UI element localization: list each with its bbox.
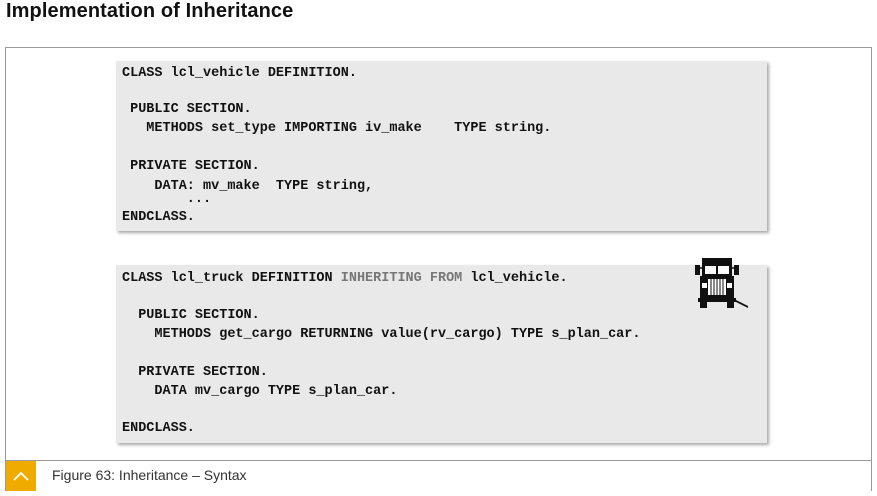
code-line: METHODS set_type IMPORTING iv_make TYPE … <box>122 121 552 136</box>
code-line: PUBLIC SECTION. <box>122 308 260 323</box>
code-line: PRIVATE SECTION. <box>122 159 260 174</box>
inheriting-keyword: INHERITING FROM <box>340 271 463 286</box>
chevron-up-icon <box>13 471 29 481</box>
code-line: METHODS get_cargo RETURNING value(rv_car… <box>122 327 641 342</box>
truck-icon <box>695 258 748 308</box>
code-line: CLASS lcl_vehicle DEFINITION. <box>122 66 357 81</box>
page-title: Implementation of Inheritance <box>6 0 294 22</box>
code-line: DATA mv_cargo TYPE s_plan_car. <box>122 384 398 399</box>
code-text: CLASS lcl_truck DEFINITION <box>122 271 341 286</box>
code-line: PUBLIC SECTION. <box>122 102 252 117</box>
code-line: ENDCLASS. <box>122 421 195 436</box>
caption-toggle-button[interactable] <box>6 461 36 491</box>
code-line: ENDCLASS. <box>122 210 195 225</box>
code-text: lcl_vehicle. <box>462 271 568 286</box>
figure-caption-bar: Figure 63: Inheritance – Syntax <box>6 460 871 491</box>
code-block-truck: CLASS lcl_truck DEFINITION INHERITING FR… <box>116 265 767 443</box>
code-block-vehicle: CLASS lcl_vehicle DEFINITION. PUBLIC SEC… <box>116 61 767 231</box>
figure-caption: Figure 63: Inheritance – Syntax <box>52 467 247 483</box>
code-line: PRIVATE SECTION. <box>122 365 268 380</box>
figure-frame: CLASS lcl_vehicle DEFINITION. PUBLIC SEC… <box>5 47 872 491</box>
code-line-class-definition: CLASS lcl_truck DEFINITION INHERITING FR… <box>122 271 568 287</box>
code-line: ... <box>122 192 212 207</box>
